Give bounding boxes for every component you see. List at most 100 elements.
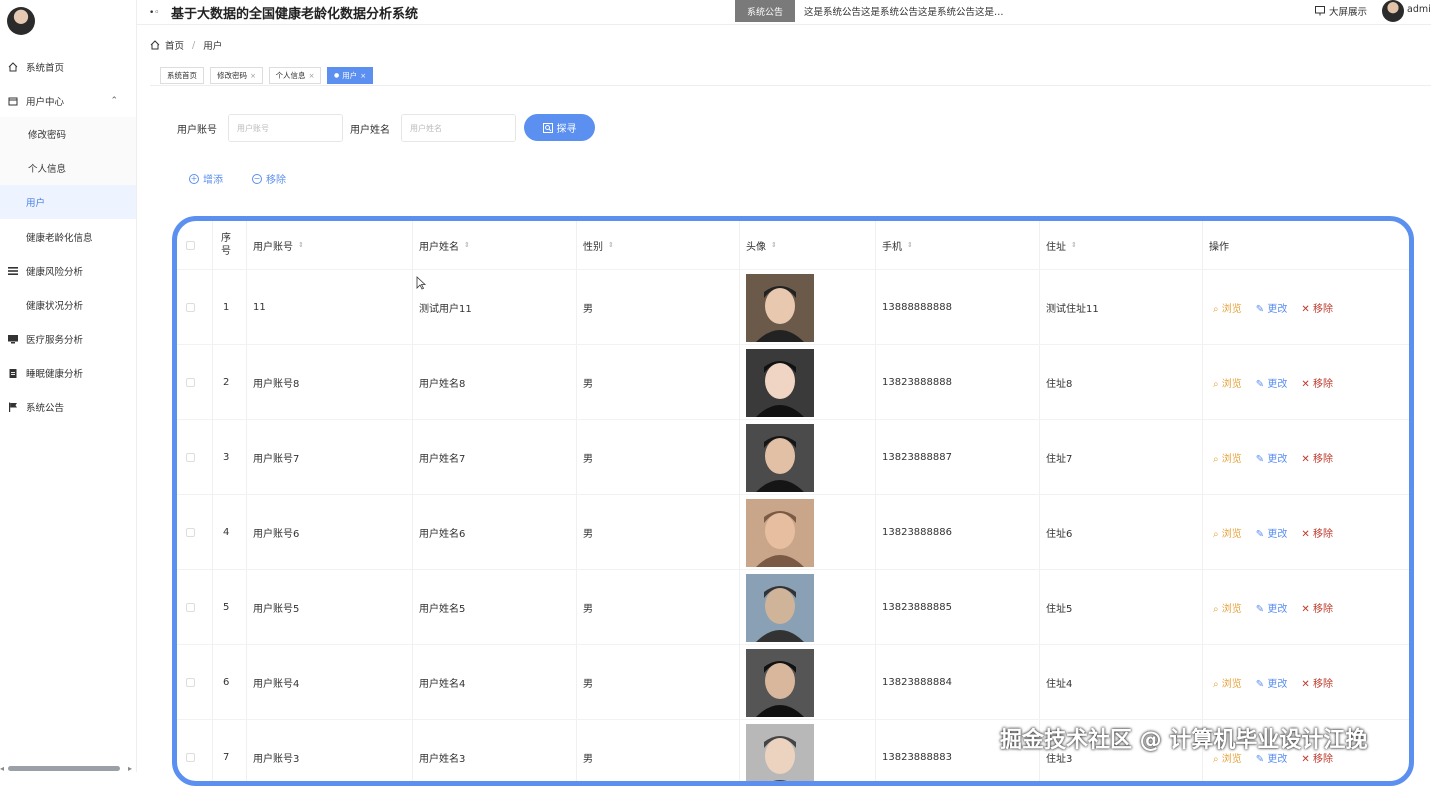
view-button[interactable]: ⌕ 浏览 — [1213, 450, 1242, 465]
remove-button[interactable]: − 移除 — [252, 171, 286, 186]
breadcrumb-home[interactable]: 首页 — [165, 38, 184, 52]
sidebar-item-users[interactable]: 用户 — [0, 185, 136, 219]
header-address[interactable]: 住址 ⇕ — [1046, 221, 1077, 269]
row-actions: ⌕ 浏览 ✎ 更改 ✕ 移除 — [1213, 270, 1333, 345]
row-checkbox[interactable] — [186, 645, 195, 720]
cell-phone: 13823888883 — [882, 752, 952, 763]
add-button[interactable]: + 增添 — [189, 171, 223, 186]
edit-button[interactable]: ✎ 更改 — [1256, 600, 1288, 615]
view-button[interactable]: ⌕ 浏览 — [1213, 525, 1242, 540]
edit-button[interactable]: ✎ 更改 — [1256, 300, 1288, 315]
view-button[interactable]: ⌕ 浏览 — [1213, 300, 1242, 315]
delete-button[interactable]: ✕ 移除 — [1301, 450, 1333, 465]
header-avatar[interactable]: 头像 ⇕ — [746, 221, 777, 269]
edit-button[interactable]: ✎ 更改 — [1256, 375, 1288, 390]
edit-button[interactable]: ✎ 更改 — [1256, 675, 1288, 690]
row-checkbox[interactable] — [186, 495, 195, 570]
sidebar-item-label: 医疗服务分析 — [26, 335, 84, 346]
delete-button[interactable]: ✕ 移除 — [1301, 600, 1333, 615]
account-input[interactable]: 用户账号 — [228, 114, 343, 142]
view-label: 浏览 — [1221, 604, 1242, 615]
user-avatar-image[interactable] — [746, 649, 814, 717]
search-button[interactable]: 探寻 — [524, 114, 595, 141]
cell-account: 用户账号8 — [253, 379, 300, 390]
row-checkbox[interactable] — [186, 345, 195, 420]
row-checkbox[interactable] — [186, 270, 195, 345]
header-account[interactable]: 用户账号 ⇕ — [253, 221, 304, 269]
page-title: 基于大数据的全国健康老龄化数据分析系统 — [171, 7, 419, 22]
cell-phone: 13823888885 — [882, 602, 952, 613]
delete-button[interactable]: ✕ 移除 — [1301, 375, 1333, 390]
tab-personal-info[interactable]: 个人信息 × — [269, 67, 321, 84]
tab-home[interactable]: 系统首页 — [160, 67, 204, 84]
sort-icon[interactable]: ⇕ — [608, 241, 614, 249]
sidebar-scrollbar[interactable]: ◂ ▸ — [0, 762, 136, 773]
cell-phone: 13823888886 — [882, 527, 952, 538]
header-gender[interactable]: 性别 ⇕ — [583, 221, 614, 269]
row-checkbox[interactable] — [186, 720, 195, 781]
header-label: 用户账号 — [253, 241, 293, 253]
sort-icon[interactable]: ⇕ — [907, 241, 913, 249]
collapse-toggle-icon[interactable]: •◦ — [149, 8, 160, 18]
name-input[interactable]: 用户姓名 — [401, 114, 516, 142]
watermark: 掘金技术社区 @ 计算机毕业设计江挽 — [1000, 728, 1368, 753]
sidebar-item-personal-info[interactable]: 个人信息 — [0, 151, 136, 185]
table-row: 1 11 测试用户11 男 13888888888 测试住址11 ⌕ 浏览 ✎ … — [177, 269, 1409, 344]
sidebar-item-announcement[interactable]: 系统公告 — [0, 390, 136, 424]
cell-gender: 男 — [583, 304, 593, 315]
close-icon[interactable]: × — [360, 72, 366, 80]
cell-address: 住址5 — [1046, 604, 1073, 615]
user-name[interactable]: admi — [1407, 4, 1431, 15]
sort-icon[interactable]: ⇕ — [1071, 241, 1077, 249]
row-checkbox[interactable] — [186, 420, 195, 495]
sidebar-item-sleep-analysis[interactable]: 睡眠健康分析 — [0, 356, 136, 390]
view-button[interactable]: ⌕ 浏览 — [1213, 675, 1242, 690]
header-name[interactable]: 用户姓名 ⇕ — [419, 221, 470, 269]
sidebar-item-status-analysis[interactable]: 健康状况分析 — [0, 288, 136, 322]
user-avatar-image[interactable] — [746, 349, 814, 417]
row-checkbox[interactable] — [186, 570, 195, 645]
close-icon[interactable]: × — [250, 72, 256, 80]
header-no: 序号 — [221, 233, 231, 257]
delete-button[interactable]: ✕ 移除 — [1301, 675, 1333, 690]
cell-gender: 男 — [583, 604, 593, 615]
user-avatar-image[interactable] — [746, 499, 814, 567]
sidebar-item-medical-analysis[interactable]: 医疗服务分析 — [0, 322, 136, 356]
sidebar-item-risk-analysis[interactable]: 健康风险分析 — [0, 254, 136, 288]
sidebar-item-user-center[interactable]: 用户中心 ⌃ — [0, 84, 136, 118]
sidebar-item-home[interactable]: 系统首页 — [0, 50, 136, 84]
tab-label: 个人信息 — [275, 71, 306, 80]
close-icon: ✕ — [1301, 454, 1310, 465]
select-all-checkbox[interactable] — [186, 221, 195, 269]
user-avatar-image[interactable] — [746, 424, 814, 492]
sort-icon[interactable]: ⇕ — [771, 241, 777, 249]
cell-gender: 男 — [583, 679, 593, 690]
grid-icon — [8, 197, 18, 207]
user-avatar-image[interactable] — [746, 274, 814, 342]
cell-gender: 男 — [583, 754, 593, 765]
sidebar-item-aging-info[interactable]: 健康老龄化信息 — [0, 220, 136, 254]
close-icon[interactable]: × — [309, 72, 315, 80]
sidebar-item-change-password[interactable]: 修改密码 — [0, 117, 136, 151]
edit-button[interactable]: ✎ 更改 — [1256, 450, 1288, 465]
tab-change-password[interactable]: 修改密码 × — [210, 67, 263, 84]
delete-button[interactable]: ✕ 移除 — [1301, 300, 1333, 315]
cell-account: 用户账号5 — [253, 604, 300, 615]
sort-icon[interactable]: ⇕ — [298, 241, 304, 249]
sidebar-item-label: 健康老龄化信息 — [26, 233, 93, 244]
edit-button[interactable]: ✎ 更改 — [1256, 525, 1288, 540]
bigscreen-link[interactable]: 大屏展示 — [1315, 4, 1367, 18]
user-avatar-image[interactable] — [746, 574, 814, 642]
view-button[interactable]: ⌕ 浏览 — [1213, 375, 1242, 390]
view-button[interactable]: ⌕ 浏览 — [1213, 600, 1242, 615]
edit-icon: ✎ — [1255, 379, 1265, 390]
avatar[interactable] — [1382, 0, 1404, 22]
search-icon: ⌕ — [1213, 304, 1219, 315]
sort-icon[interactable]: ⇕ — [464, 241, 470, 249]
scrollbar-thumb[interactable] — [8, 766, 120, 771]
flag-icon — [9, 402, 17, 412]
delete-button[interactable]: ✕ 移除 — [1301, 525, 1333, 540]
tab-users[interactable]: ● 用户 × — [327, 67, 373, 84]
user-avatar-image[interactable] — [746, 724, 814, 786]
header-phone[interactable]: 手机 ⇕ — [882, 221, 913, 269]
